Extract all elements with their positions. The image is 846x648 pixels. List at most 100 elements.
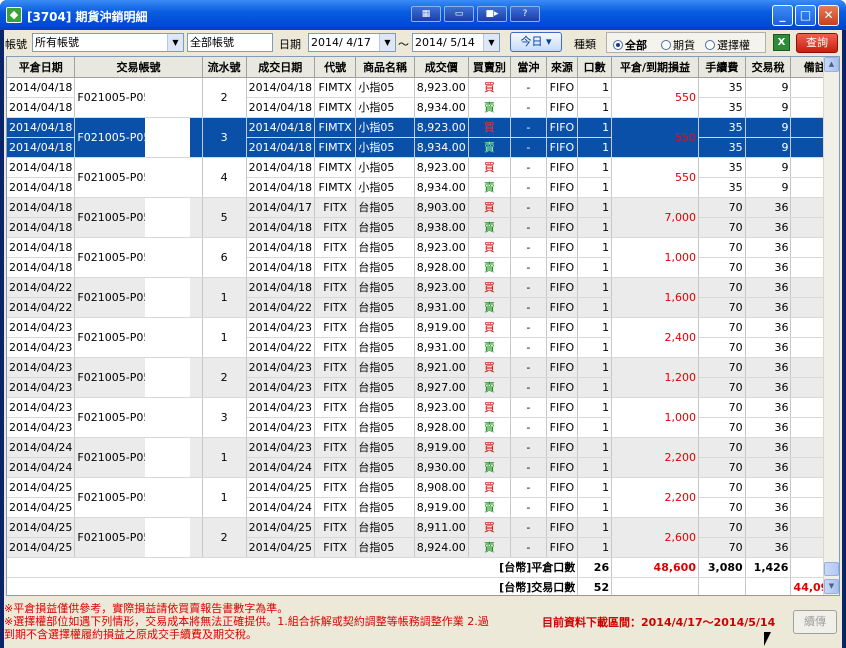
column-header[interactable]: 流水號 <box>202 57 247 78</box>
layout-icon[interactable]: ▦ <box>411 6 441 22</box>
qty-cell: 1 <box>577 197 613 218</box>
chevron-down-icon[interactable]: ▼ <box>167 34 183 51</box>
code-cell: FITX <box>314 317 357 338</box>
price-cell: 8,924.00 <box>414 537 469 558</box>
table-row[interactable]: 2014/04/18 F021005-P05- 4 2014/04/18 FIMTX 小指… <box>7 157 839 198</box>
camera-icon[interactable]: ■▸ <box>477 6 507 22</box>
code-cell: FITX <box>314 217 357 238</box>
close-date-cell: 2014/04/18 <box>7 217 76 238</box>
query-button[interactable]: 查詢 <box>796 33 838 53</box>
code-cell: FITX <box>314 257 357 278</box>
product-name-cell: 台指05 <box>355 337 415 358</box>
excel-export-icon[interactable]: X <box>773 34 790 51</box>
daytrade-cell: - <box>510 297 547 318</box>
table-row[interactable]: 2014/04/18 F021005-P05- 6 2014/04/18 FITX 台指0… <box>7 237 839 278</box>
table-row[interactable]: 2014/04/18 F021005-P05- 5 2014/04/17 FITX 台指0… <box>7 197 839 238</box>
column-header[interactable]: 平倉日期 <box>7 57 76 78</box>
close-date-cell: 2014/04/22 <box>7 297 76 318</box>
account-label: 帳號 <box>5 38 27 51</box>
maximize-icon[interactable]: □ <box>795 5 816 26</box>
trade-date-cell: 2014/04/18 <box>246 217 315 238</box>
column-header[interactable]: 平倉/到期損益 <box>611 57 699 78</box>
table-row[interactable]: 2014/04/25 F021005-P05- 2 2014/04/25 FITX 台指0… <box>7 517 839 558</box>
account-text: F021005-P05- <box>77 490 155 504</box>
application-window: ◆ [3704] 期貨沖銷明細 ▦ ▭ ■▸ ? _ □ ✕ 帳號 所有帳號 ▼… <box>0 0 846 648</box>
minimize-icon[interactable]: _ <box>772 5 793 26</box>
vertical-scrollbar[interactable]: ▲ ▼ <box>823 57 839 595</box>
column-header[interactable]: 商品名稱 <box>355 57 415 78</box>
column-header[interactable]: 成交價 <box>414 57 469 78</box>
qty-cell: 1 <box>577 357 613 378</box>
continue-button[interactable]: 續傳 <box>793 610 837 634</box>
column-header[interactable]: 手續費 <box>698 57 746 78</box>
type-radio-futures[interactable]: 期貨 <box>661 37 695 53</box>
trade-date-cell: 2014/04/24 <box>246 497 315 518</box>
type-radio-all[interactable]: 全部 <box>613 37 647 53</box>
help-icon[interactable]: ? <box>510 6 540 22</box>
date-from-picker[interactable]: 2014/ 4/17 ▼ <box>308 33 396 52</box>
scroll-thumb[interactable] <box>824 562 839 576</box>
account-cell: F021005-P05- <box>74 277 203 318</box>
product-name-cell: 台指05 <box>355 357 415 378</box>
side-cell: 賣 <box>468 497 512 518</box>
account-text: F021005-P05- <box>77 370 155 384</box>
tax-cell: 36 <box>745 497 792 518</box>
column-header[interactable]: 口數 <box>577 57 613 78</box>
table-row[interactable]: 2014/04/25 F021005-P05- 1 2014/04/25 FITX 台指0… <box>7 477 839 518</box>
trade-table: 平倉日期 交易帳號 流水號 成交日期 代號 商品名稱 成交價 買賣別 當沖 來源 口數 平倉/到期損益… <box>7 57 839 595</box>
code-cell: FIMTX <box>314 177 357 198</box>
scroll-down-icon[interactable]: ▼ <box>824 579 839 594</box>
table-row[interactable]: 2014/04/18 F021005-P05- 3 2014/04/18 FIMTX 小指… <box>7 117 839 158</box>
column-header[interactable]: 交易稅 <box>745 57 792 78</box>
download-range-text: 目前資料下載區間：2014/4/17～2014/5/14 <box>542 616 776 629</box>
source-cell: FIFO <box>546 157 579 178</box>
today-button[interactable]: 今日 ▾ <box>510 32 562 52</box>
chevron-down-icon[interactable]: ▼ <box>483 34 499 51</box>
summary-tax <box>745 577 792 595</box>
source-cell: FIFO <box>546 277 579 298</box>
summary-label: [台幣]交易口數 <box>7 577 579 595</box>
column-header[interactable]: 代號 <box>314 57 357 78</box>
daytrade-cell: - <box>510 77 547 98</box>
table-row[interactable]: 2014/04/22 F021005-P05- 1 2014/04/18 FITX 台指0… <box>7 277 839 318</box>
price-cell: 8,923.00 <box>414 117 469 138</box>
account-name-field[interactable]: 全部帳號 <box>187 33 273 52</box>
table-row[interactable]: 2014/04/23 F021005-P05- 1 2014/04/23 FITX 台指0… <box>7 317 839 358</box>
date-label: 日期 <box>279 38 301 51</box>
column-header[interactable]: 交易帳號 <box>74 57 203 78</box>
qty-cell: 1 <box>577 277 613 298</box>
table-row[interactable]: 2014/04/23 F021005-P05- 3 2014/04/23 FITX 台指0… <box>7 397 839 438</box>
account-cell: F021005-P05- <box>74 237 203 278</box>
table-row[interactable]: 2014/04/24 F021005-P05- 1 2014/04/23 FITX 台指0… <box>7 437 839 478</box>
close-date-cell: 2014/04/23 <box>7 417 76 438</box>
title-bar[interactable]: ◆ [3704] 期貨沖銷明細 ▦ ▭ ■▸ ? _ □ ✕ <box>0 0 846 30</box>
scroll-up-icon[interactable]: ▲ <box>824 57 839 72</box>
product-name-cell: 台指05 <box>355 497 415 518</box>
trade-date-cell: 2014/04/18 <box>246 237 315 258</box>
column-header[interactable]: 成交日期 <box>246 57 315 78</box>
radio-icon <box>705 40 715 50</box>
close-icon[interactable]: ✕ <box>818 5 839 26</box>
client-area: 帳號 所有帳號 ▼ 全部帳號 日期 2014/ 4/17 ▼ ～ 2014/ 5… <box>4 30 842 648</box>
source-cell: FIFO <box>546 317 579 338</box>
column-header[interactable]: 來源 <box>546 57 579 78</box>
account-cell: F021005-P05- <box>74 157 203 198</box>
pnl-cell: 550 <box>611 157 699 198</box>
date-to-picker[interactable]: 2014/ 5/14 ▼ <box>412 33 500 52</box>
account-text: F021005-P05- <box>77 130 155 144</box>
window-icon[interactable]: ▭ <box>444 6 474 22</box>
type-radio-options[interactable]: 選擇權 <box>705 37 750 53</box>
table-row[interactable]: 2014/04/18 F021005-P05- 2 2014/04/18 FIMTX 小指… <box>7 77 839 118</box>
chevron-down-icon[interactable]: ▼ <box>379 34 395 51</box>
column-header[interactable]: 買賣別 <box>468 57 512 78</box>
product-name-cell: 台指05 <box>355 477 415 498</box>
column-header[interactable]: 當沖 <box>510 57 547 78</box>
account-text: F021005-P05- <box>77 210 155 224</box>
table-row[interactable]: 2014/04/23 F021005-P05- 2 2014/04/23 FITX 台指0… <box>7 357 839 398</box>
account-select[interactable]: 所有帳號 ▼ <box>32 33 184 52</box>
qty-cell: 1 <box>577 397 613 418</box>
trade-date-cell: 2014/04/23 <box>246 357 315 378</box>
code-cell: FIMTX <box>314 117 357 138</box>
source-cell: FIFO <box>546 297 579 318</box>
tax-cell: 36 <box>745 297 792 318</box>
